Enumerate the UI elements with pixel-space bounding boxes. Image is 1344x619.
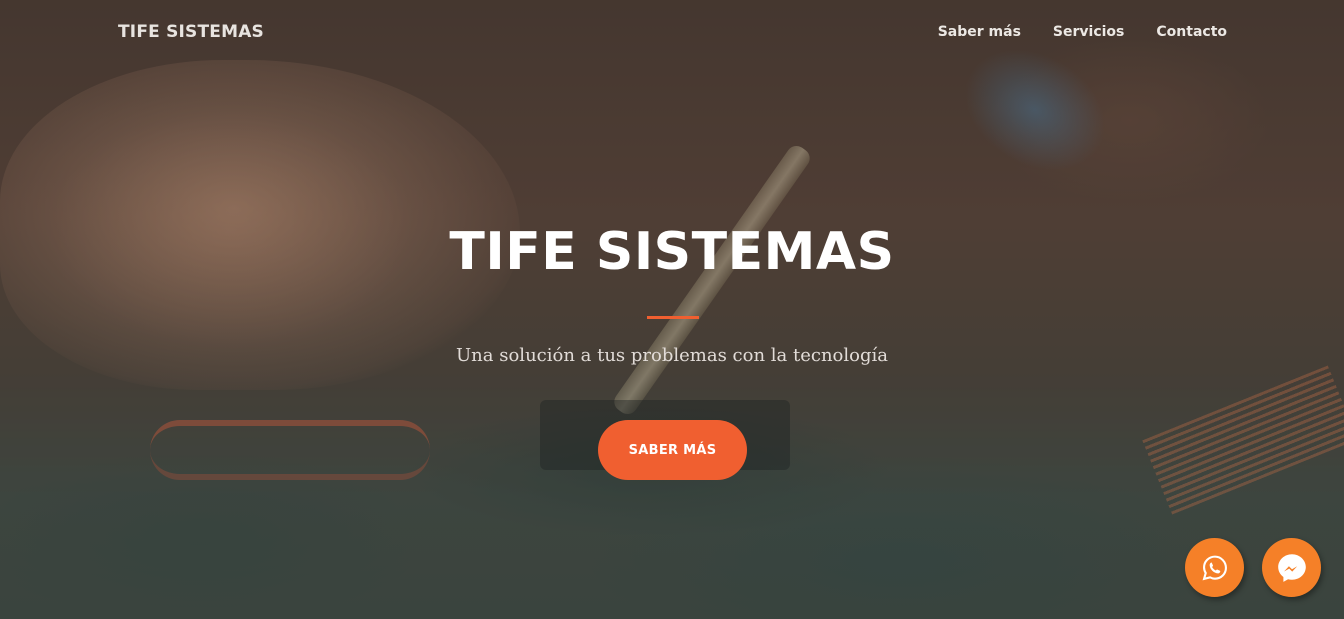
brand-logo-link[interactable]: TIFE SISTEMAS (118, 22, 264, 42)
hero-subtitle: Una solución a tus problemas con la tecn… (456, 345, 888, 366)
hero-title: TIFE SISTEMAS (449, 222, 895, 282)
nav-link-servicios[interactable]: Servicios (1053, 24, 1124, 40)
background-wires-left (150, 420, 430, 480)
background-wires-right (1142, 365, 1344, 515)
title-divider (647, 316, 699, 319)
hero-section: TIFE SISTEMAS Saber más Servicios Contac… (0, 0, 1344, 619)
whatsapp-button[interactable] (1185, 538, 1244, 597)
nav-link-contacto[interactable]: Contacto (1156, 24, 1227, 40)
nav-link-saber-mas[interactable]: Saber más (938, 24, 1021, 40)
whatsapp-icon (1202, 555, 1227, 580)
nav-links: Saber más Servicios Contacto (938, 24, 1227, 40)
navbar: TIFE SISTEMAS Saber más Servicios Contac… (0, 0, 1344, 66)
saber-mas-button[interactable]: SABER MÁS (598, 420, 747, 480)
messenger-icon (1277, 553, 1306, 582)
messenger-button[interactable] (1262, 538, 1321, 597)
